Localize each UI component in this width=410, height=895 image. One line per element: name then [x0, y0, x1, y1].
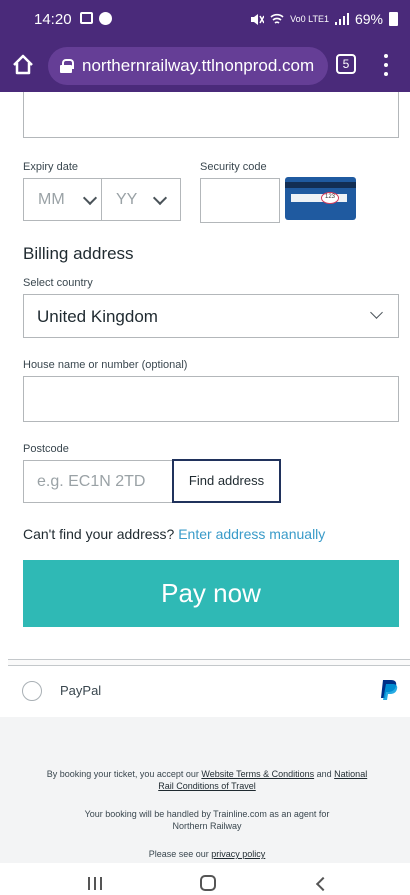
terms-prefix: By booking your ticket, you accept our — [46, 769, 199, 779]
system-nav-bar — [0, 863, 410, 895]
terms-and: and — [316, 769, 332, 779]
url-text: northernrailway.ttlnonprod.com — [82, 56, 315, 75]
app-notification-icon — [99, 12, 112, 25]
status-time: 14:20 — [34, 11, 72, 28]
card-number-field[interactable] — [23, 92, 399, 138]
wifi-icon — [270, 13, 284, 24]
country-label: Select country — [23, 277, 93, 289]
privacy-line: Please see our privacy policy — [22, 848, 392, 860]
cant-find-address: Can't find your address? Enter address m… — [23, 526, 325, 542]
browser-toolbar: northernrailway.ttlnonprod.com 5 — [0, 40, 410, 92]
recent-apps-icon[interactable] — [88, 877, 102, 890]
postcode-label: Postcode — [23, 443, 69, 455]
battery-icon — [389, 12, 398, 26]
paypal-option[interactable]: PayPal — [0, 667, 410, 717]
agent-line: Your booking will be handled by Trainlin… — [22, 808, 392, 832]
status-bar: 14:20 Vo0 LTE1 69% — [0, 0, 410, 40]
expiry-month-value: MM — [38, 191, 65, 208]
cvv-hint: 123 — [321, 192, 339, 204]
security-code-input[interactable] — [200, 178, 280, 223]
chevron-down-icon — [152, 190, 168, 206]
paypal-icon — [381, 680, 398, 700]
house-name-input[interactable] — [23, 376, 399, 422]
tab-switcher-button[interactable]: 5 — [336, 54, 356, 74]
national-rail-link[interactable]: National — [334, 769, 367, 779]
paypal-radio[interactable] — [22, 681, 42, 701]
cant-find-text: Can't find your address? — [23, 526, 175, 542]
privacy-prefix: Please see our — [148, 849, 209, 859]
website-terms-link[interactable]: Website Terms & Conditions — [201, 769, 314, 779]
expiry-year-value: YY — [116, 191, 138, 208]
notification-icons — [80, 12, 112, 25]
paypal-label: PayPal — [60, 683, 102, 698]
gallery-notification-icon — [80, 12, 93, 24]
chevron-down-icon — [370, 306, 383, 319]
expiry-year-select[interactable]: YY — [101, 178, 181, 221]
mute-icon — [251, 13, 265, 25]
country-select[interactable]: United Kingdom — [23, 294, 399, 338]
billing-address-heading: Billing address — [23, 244, 134, 263]
security-code-label: Security code — [200, 161, 267, 173]
postcode-input[interactable]: e.g. EC1N 2TD — [23, 460, 173, 503]
status-right: Vo0 LTE1 69% — [250, 11, 398, 27]
agent-text-1: Your booking will be handled by Trainlin… — [84, 809, 330, 819]
address-bar[interactable]: northernrailway.ttlnonprod.com — [48, 47, 328, 85]
country-value: United Kingdom — [37, 307, 158, 326]
expiry-date-label: Expiry date — [23, 161, 79, 173]
enter-address-manually-link[interactable]: Enter address manually — [178, 526, 325, 542]
card-cvv-icon: 123 — [285, 177, 356, 220]
expiry-month-select[interactable]: MM — [23, 178, 102, 221]
home-nav-icon[interactable] — [200, 875, 216, 891]
agent-text-2: Northern Railway — [172, 821, 242, 831]
section-divider — [8, 659, 410, 666]
house-label: House name or number (optional) — [23, 359, 188, 371]
national-rail-link-cont[interactable]: Rail Conditions of Travel — [158, 781, 256, 791]
privacy-policy-link[interactable]: privacy policy — [211, 849, 265, 859]
battery-percent: 69% — [354, 11, 383, 27]
pay-now-button[interactable]: Pay now — [23, 560, 399, 627]
terms-line: By booking your ticket, you accept our W… — [22, 768, 392, 792]
chevron-down-icon — [82, 190, 98, 206]
network-type: Vo0 LTE1 — [290, 13, 329, 24]
legal-footer: By booking your ticket, you accept our W… — [0, 717, 410, 863]
postcode-placeholder: e.g. EC1N 2TD — [37, 473, 146, 490]
signal-icon — [334, 13, 349, 25]
browser-menu-icon[interactable] — [383, 54, 389, 76]
home-icon[interactable] — [10, 52, 36, 78]
find-address-button[interactable]: Find address — [172, 459, 281, 503]
back-icon[interactable] — [315, 876, 331, 892]
lock-icon — [60, 59, 74, 73]
